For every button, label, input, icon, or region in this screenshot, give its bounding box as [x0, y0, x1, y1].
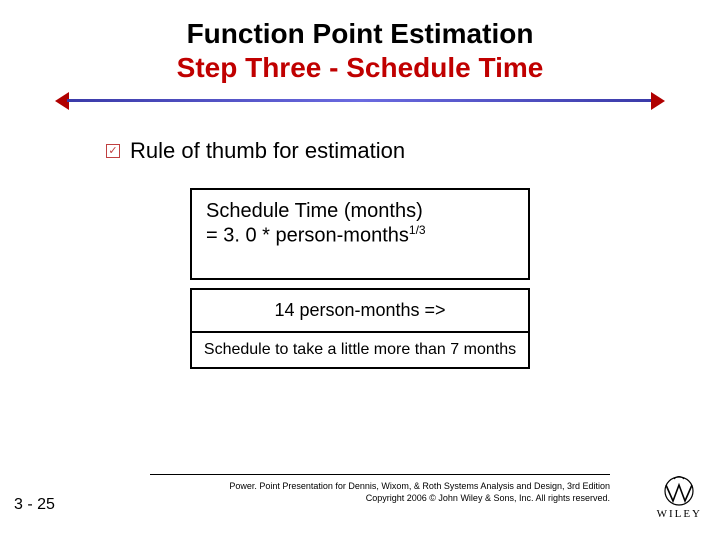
double-arrow-divider — [55, 92, 665, 110]
logo-label: WILEY — [657, 508, 702, 520]
title-block: Function Point Estimation Step Three - S… — [0, 0, 720, 84]
bullet-text: Rule of thumb for estimation — [130, 138, 405, 164]
footer: 3 - 25 Power. Point Presentation for Den… — [0, 468, 720, 522]
formula-line2: = 3. 0 * person-months1/3 — [206, 223, 514, 248]
footer-line1: Power. Point Presentation for Dennis, Wi… — [150, 480, 610, 492]
wiley-logo-icon — [660, 475, 698, 507]
example-box: 14 person-months => Schedule to take a l… — [190, 288, 530, 369]
example-result: Schedule to take a little more than 7 mo… — [192, 333, 528, 367]
arrow-shaft — [67, 99, 653, 102]
page-number: 3 - 25 — [14, 496, 55, 514]
checkbox-bullet-icon: ✓ — [106, 144, 120, 158]
bullet-row: ✓ Rule of thumb for estimation — [106, 138, 720, 164]
formula-prefix: = 3. 0 * person-months — [206, 225, 409, 247]
title-sub: Step Three - Schedule Time — [0, 52, 720, 84]
footer-rule — [150, 474, 610, 475]
footer-line2: Copyright 2006 © John Wiley & Sons, Inc.… — [150, 492, 610, 504]
formula-exponent: 1/3 — [409, 223, 426, 237]
publisher-logo: WILEY — [657, 475, 702, 520]
footer-text: Power. Point Presentation for Dennis, Wi… — [150, 480, 610, 504]
title-main: Function Point Estimation — [0, 18, 720, 50]
arrow-head-right-icon — [651, 92, 665, 110]
formula-line1: Schedule Time (months) — [206, 200, 514, 223]
formula-box: Schedule Time (months) = 3. 0 * person-m… — [190, 188, 530, 280]
example-input: 14 person-months => — [192, 290, 528, 333]
